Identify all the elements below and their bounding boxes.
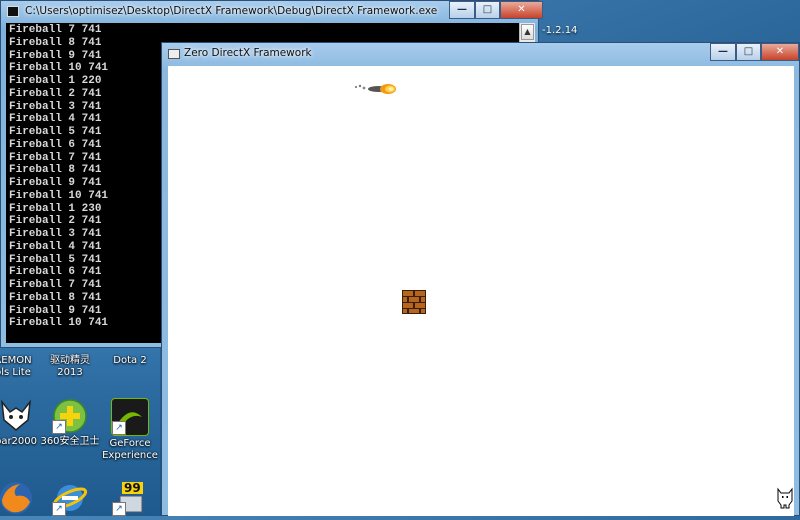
console-line: Fireball 5 741	[9, 253, 102, 266]
desktop-icon-label-line1: 驱动精灵	[50, 355, 90, 366]
desktop-icon-ie[interactable]: ↗	[40, 480, 100, 518]
console-line: Fireball 8 741	[9, 164, 102, 177]
desktop-icon-360-security[interactable]: ↗ 360安全卫士	[40, 398, 100, 448]
desktop-icon-label-line1: 360安全卫士	[40, 436, 100, 447]
desktop-icon-geforce[interactable]: ↗ GeForce Experience	[100, 398, 160, 462]
game-render-area[interactable]	[168, 66, 794, 516]
game-maximize-button[interactable]: □	[736, 43, 761, 61]
game-window-title: Zero DirectX Framework	[184, 47, 312, 59]
background-window-version-text: -1.2.14	[542, 25, 578, 36]
firefox-icon	[0, 480, 34, 516]
desktop-icon-label-line1: AEMON	[0, 355, 32, 366]
game-window[interactable]: Zero DirectX Framework — □ ✕	[161, 42, 800, 516]
brick-block-sprite	[402, 290, 426, 314]
console-output-lines: Fireball 7 741 Fireball 8 741 Fireball 9 7…	[9, 24, 108, 330]
desktop-icon-label-line2: Experience	[102, 450, 158, 461]
fireball-sprite	[355, 84, 396, 94]
console-line: Fireball 8 741	[9, 291, 102, 304]
console-window-controls: — □ ✕	[449, 1, 543, 19]
desktop-icon-label-line1: GeForce	[109, 438, 151, 449]
console-line: Fireball 9 741	[9, 49, 102, 62]
360-security-icon: ↗	[52, 398, 88, 434]
desktop-icon-computer[interactable]: 99 ↗	[100, 480, 160, 518]
console-line: Fireball 3 741	[9, 228, 102, 240]
console-titlebar[interactable]: C:\Users\optimisez\Desktop\DirectX Frame…	[1, 1, 543, 23]
console-line: Fireball 8 741	[9, 36, 102, 49]
scroll-up-icon[interactable]: ▲	[521, 24, 534, 40]
console-minimize-button[interactable]: —	[449, 1, 475, 19]
console-window-title: C:\Users\optimisez\Desktop\DirectX Frame…	[25, 5, 438, 17]
console-line: Fireball 1 230	[9, 202, 102, 215]
console-line: Fireball 9 741	[9, 177, 102, 189]
console-line: Fireball 1 220	[9, 75, 102, 87]
console-line: Fireball 10 741	[9, 317, 109, 330]
console-line: Fireball 5 741	[9, 126, 102, 138]
console-close-button[interactable]: ✕	[500, 1, 543, 19]
console-line: Fireball 4 741	[9, 240, 102, 253]
desktop-icon-label-line2: ols Lite	[0, 367, 31, 378]
desktop-icon-driver-genius[interactable]: 驱动精灵 2013	[40, 355, 100, 379]
game-app-icon	[168, 49, 180, 59]
console-line: Fireball 6 741	[9, 138, 102, 151]
console-line: Fireball 2 741	[9, 215, 102, 228]
shortcut-arrow-icon: ↗	[52, 502, 66, 516]
desktop-icon-label-line2: 2013	[57, 367, 83, 378]
desktop-icon-label-line1: Dota 2	[113, 355, 147, 366]
console-line: Fireball 7 741	[9, 151, 102, 164]
shortcut-arrow-icon: ↗	[52, 420, 66, 434]
console-line: Fireball 3 741	[9, 100, 102, 113]
desktop-icon-dota2[interactable]: Dota 2	[100, 355, 160, 367]
console-line: Fireball 10 741	[9, 62, 109, 75]
cat-character-sprite	[777, 487, 793, 509]
console-maximize-button[interactable]: □	[475, 1, 500, 19]
computer-icon: 99 ↗	[112, 480, 148, 516]
game-close-button[interactable]: ✕	[761, 43, 799, 61]
console-line: Fireball 4 741	[9, 113, 102, 126]
desktop-icon-label-line1: bar2000	[0, 436, 38, 447]
console-line: Fireball 7 741	[9, 279, 102, 291]
ie-icon: ↗	[52, 480, 88, 516]
game-window-controls: — □ ✕	[710, 43, 799, 61]
console-line: Fireball 10 741	[9, 189, 109, 202]
console-app-icon	[7, 6, 19, 17]
console-line: Fireball 6 741	[9, 266, 102, 279]
foobar2000-icon	[0, 398, 34, 434]
console-line: Fireball 2 741	[9, 87, 102, 100]
console-line: Fireball 7 741	[9, 24, 102, 36]
desktop-icon-label-line1: 99	[122, 481, 143, 495]
game-minimize-button[interactable]: —	[710, 43, 736, 61]
console-line: Fireball 9 741	[9, 304, 102, 317]
geforce-icon: ↗	[111, 398, 149, 436]
shortcut-arrow-icon: ↗	[112, 421, 126, 435]
desktop-icon-daemon-tools[interactable]: AEMON ols Lite	[0, 355, 38, 379]
shortcut-arrow-icon: ↗	[112, 502, 126, 516]
